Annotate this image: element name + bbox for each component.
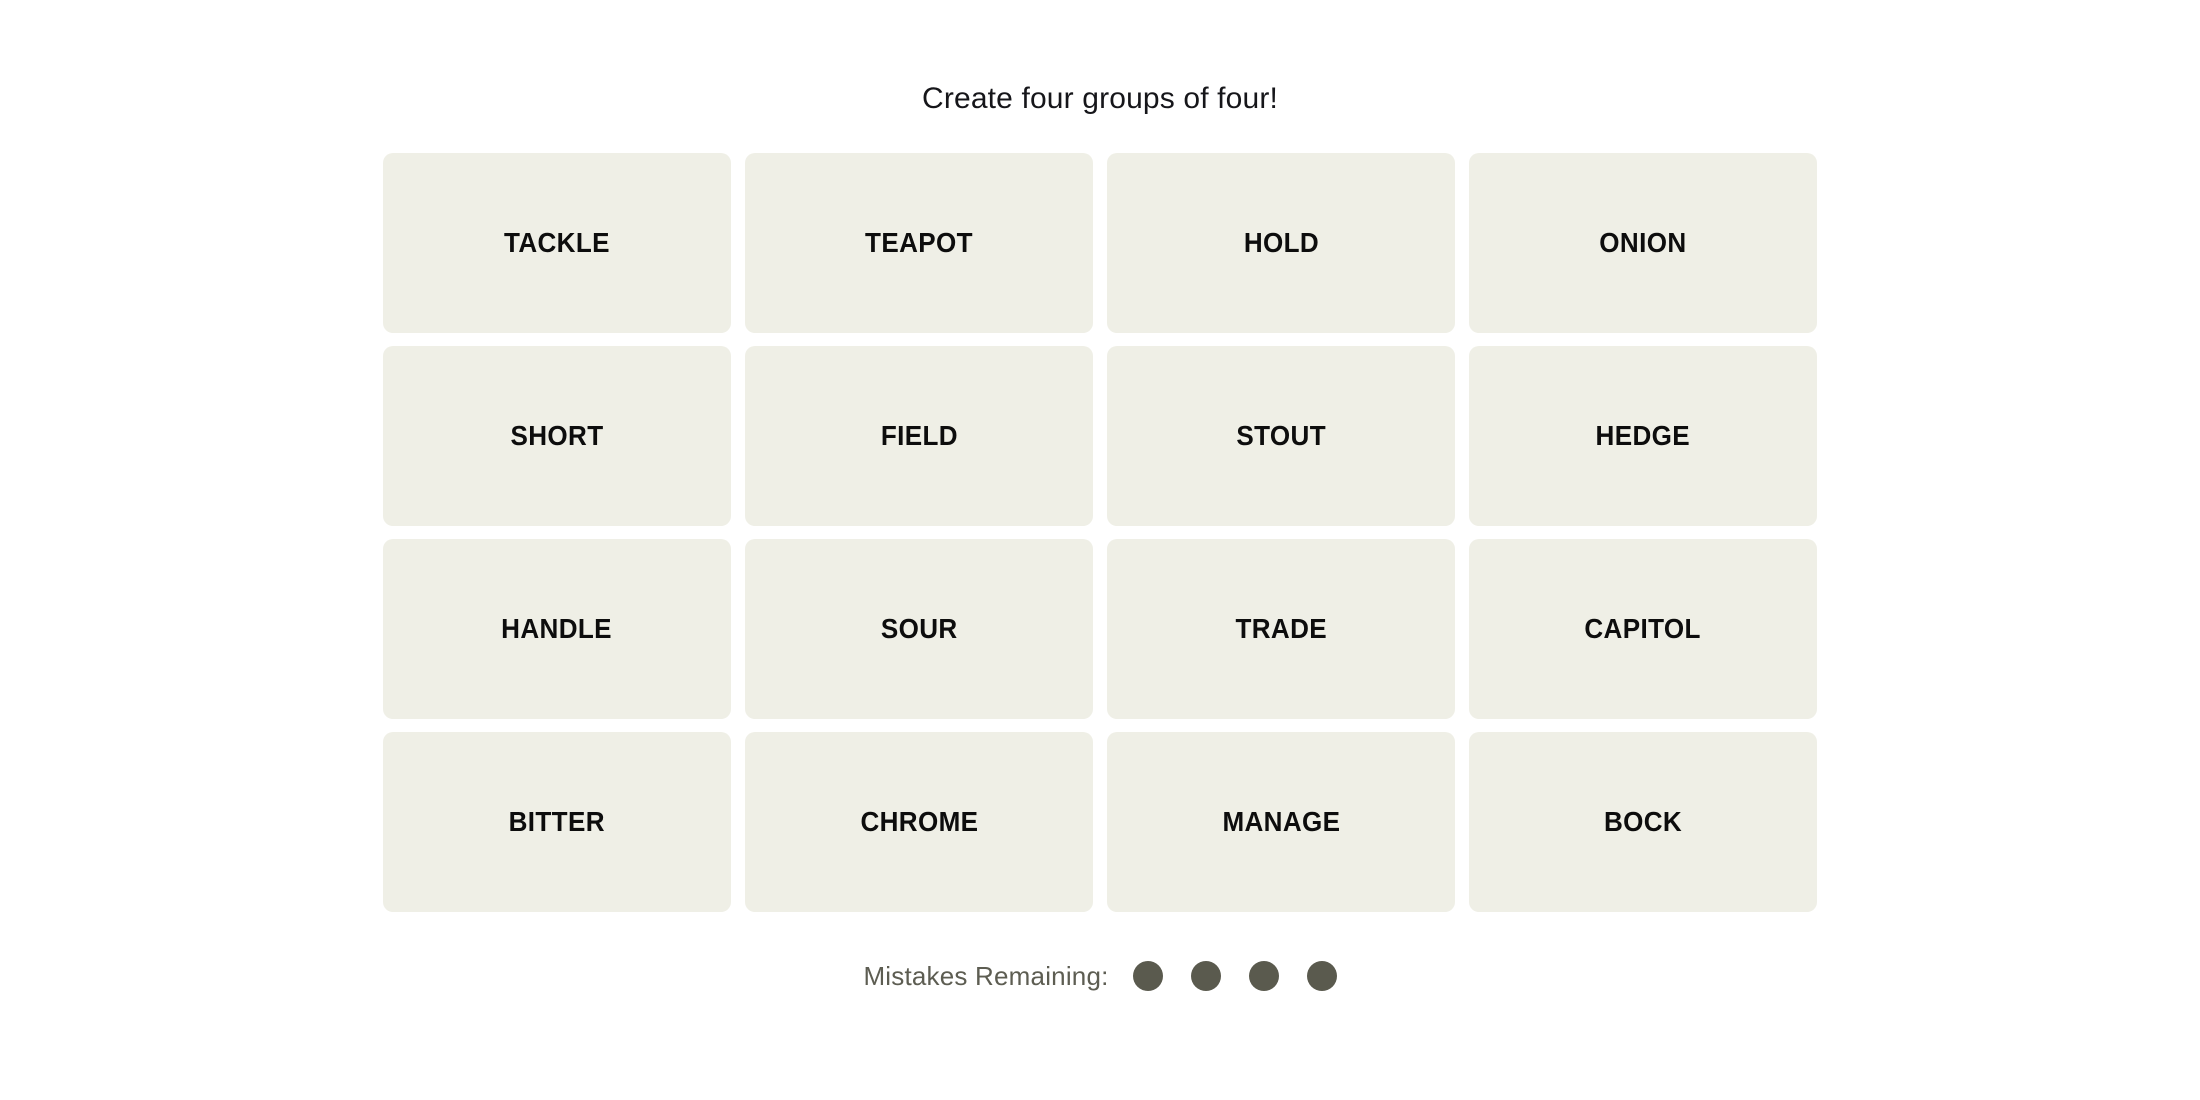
word-tile-bitter[interactable]: BITTER [383,732,731,912]
word-tile-label: CAPITOL [1584,613,1702,644]
word-tile-label: HEDGE [1595,420,1691,451]
word-tile-field[interactable]: FIELD [745,346,1093,526]
mistake-dot-2 [1190,961,1221,991]
word-tile-chrome[interactable]: CHROME [745,732,1093,912]
word-tile-short[interactable]: SHORT [383,346,731,526]
word-tile-label: FIELD [880,420,958,451]
word-tile-label: SHORT [510,420,604,451]
word-tile-label: HOLD [1243,227,1319,258]
word-tile-manage[interactable]: MANAGE [1107,732,1455,912]
word-tile-label: MANAGE [1222,806,1340,837]
word-tile-stout[interactable]: STOUT [1107,346,1455,526]
mistakes-remaining-row: Mistakes Remaining: [863,956,1337,996]
word-tile-label: CHROME [860,806,978,837]
mistake-dot-3 [1248,961,1279,991]
word-tile-onion[interactable]: ONION [1469,153,1817,333]
word-grid: TACKLE TEAPOT HOLD ONION SHORT FIELD STOUT HEDG… [383,153,1817,912]
instruction-bar: Create four groups of four! [0,78,2200,120]
word-tile-capitol[interactable]: CAPITOL [1469,539,1817,719]
word-tile-label: BOCK [1603,806,1683,837]
mistake-dot-4 [1306,961,1337,991]
mistake-dots [1132,961,1337,991]
word-tile-bock[interactable]: BOCK [1469,732,1817,912]
word-tile-trade[interactable]: TRADE [1107,539,1455,719]
word-tile-label: ONION [1599,227,1687,258]
instruction-text: Create four groups of four! [922,82,1278,115]
word-tile-handle[interactable]: HANDLE [383,539,731,719]
word-tile-sour[interactable]: SOUR [745,539,1093,719]
word-tile-label: STOUT [1236,420,1326,451]
word-tile-hedge[interactable]: HEDGE [1469,346,1817,526]
mistake-dot-1 [1132,961,1163,991]
word-tile-label: TEAPOT [865,227,973,258]
word-tile-label: BITTER [508,806,606,837]
word-tile-teapot[interactable]: TEAPOT [745,153,1093,333]
word-tile-label: TACKLE [504,227,610,258]
word-tile-hold[interactable]: HOLD [1107,153,1455,333]
word-tile-label: HANDLE [501,613,613,644]
word-tile-label: TRADE [1235,613,1327,644]
mistakes-remaining-label: Mistakes Remaining: [863,960,1109,991]
connections-game: Create four groups of four! TACKLE TEAPOT… [0,0,2200,1100]
word-tile-tackle[interactable]: TACKLE [383,153,731,333]
word-tile-label: SOUR [880,613,958,644]
